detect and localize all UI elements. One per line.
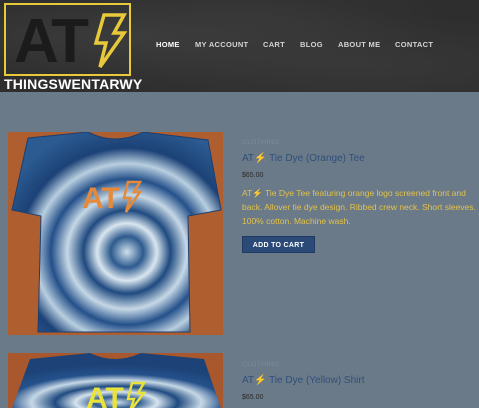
add-to-cart-button[interactable]: ADD TO CART	[242, 236, 315, 253]
nav-home[interactable]: HOME	[156, 40, 180, 49]
site-logo[interactable]: AT	[4, 3, 131, 76]
tie-dye-shirt-image: AT	[8, 132, 223, 335]
nav-about-me[interactable]: ABOUT ME	[338, 40, 380, 49]
brand-name[interactable]: THINGSWENTARWY	[4, 76, 142, 92]
nav-my-account[interactable]: MY ACCOUNT	[195, 40, 248, 49]
product-category: CLOTHING	[242, 361, 280, 368]
product-image[interactable]: AT	[8, 132, 223, 335]
title-prefix[interactable]: AT	[242, 153, 254, 164]
nav-contact[interactable]: CONTACT	[395, 40, 433, 49]
desc-rest: Tie Dye Tee featuring orange logo screen…	[242, 188, 476, 226]
logo-text: AT	[14, 7, 89, 76]
product-price: $65.00	[242, 172, 264, 179]
svg-text:AT: AT	[86, 382, 124, 408]
product-description: AT⚡ Tie Dye Tee featuring orange logo sc…	[242, 186, 479, 228]
product-image[interactable]: AT	[8, 353, 223, 408]
lightning-bolt-icon	[93, 13, 128, 69]
nav-cart[interactable]: CART	[263, 40, 285, 49]
tie-dye-shirt-image: AT	[8, 353, 223, 408]
product-category: CLOTHING	[242, 139, 280, 146]
title-rest[interactable]: Tie Dye (Yellow) Shirt	[267, 375, 364, 386]
lightning-bolt-icon: ⚡	[252, 188, 263, 198]
lightning-bolt-icon: ⚡	[254, 153, 267, 164]
product-price: $65.00	[242, 394, 264, 401]
nav-blog[interactable]: BLOG	[300, 40, 323, 49]
title-rest[interactable]: Tie Dye (Orange) Tee	[267, 153, 365, 164]
svg-text:AT: AT	[82, 182, 120, 215]
title-prefix[interactable]: AT	[242, 375, 254, 386]
site-header: AT THINGSWENTARWY HOME MY ACCOUNT CART B…	[0, 0, 479, 92]
lightning-bolt-icon: ⚡	[254, 375, 267, 386]
product-title[interactable]: AT⚡ Tie Dye (Yellow) Shirt	[242, 375, 365, 386]
desc-prefix: AT	[242, 188, 253, 198]
product-title[interactable]: AT⚡ Tie Dye (Orange) Tee	[242, 153, 365, 164]
